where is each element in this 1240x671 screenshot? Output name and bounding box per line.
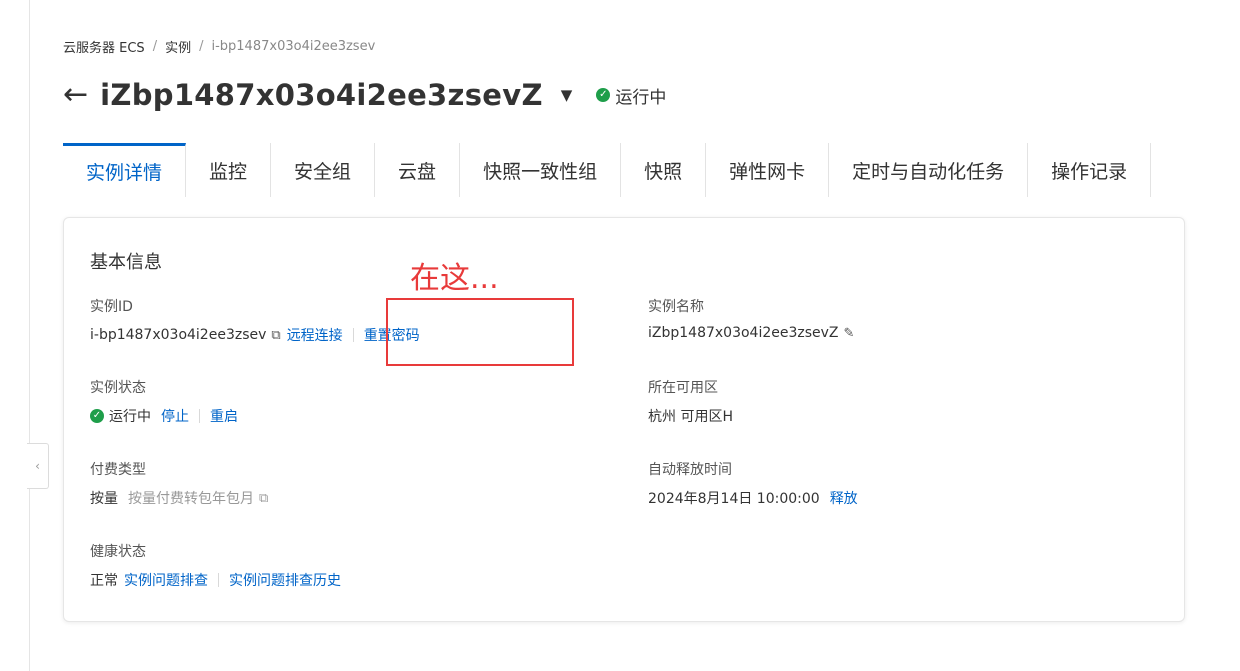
breadcrumb-instances[interactable]: 实例 [165,37,191,56]
stop-link[interactable]: 停止 [161,406,189,426]
divider [352,328,354,342]
tab-bar: 实例详情 监控 安全组 云盘 快照一致性组 快照 弹性网卡 定时与自动化任务 操… [63,143,1152,197]
tab-label: 安全组 [294,160,352,183]
check-circle-icon: ✓ [596,88,611,102]
tab-instance-details[interactable]: 实例详情 [63,143,187,197]
auto-release-row: 2024年8月14日 10:00:00 释放 [648,488,858,508]
chevron-left-icon: ‹ [35,459,40,473]
check-circle-icon: ✓ [90,409,104,423]
page-title: iZbp1487x03o4i2ee3zsevZ [100,78,543,112]
tab-monitoring[interactable]: 监控 [186,143,272,197]
copy-icon[interactable]: ⧉ [271,328,280,343]
breadcrumb: 云服务器 ECS / 实例 / i-bp1487x03o4i2ee3zsev [63,37,375,56]
restart-link[interactable]: 重启 [210,406,238,426]
health-status-value: 正常 [90,573,118,589]
status-text: 运行中 [615,87,667,108]
tab-label: 快照一致性组 [483,160,598,183]
tab-label: 实例详情 [86,162,163,184]
tab-snapshot[interactable]: 快照 [621,143,707,197]
auto-release-label: 自动释放时间 [648,462,732,478]
annotation-text: 在这... [410,261,499,296]
instance-name-row: iZbp1487x03o4i2ee3zsevZ ✎ [648,325,860,341]
section-title: 基本信息 [90,252,162,273]
sidebar-divider [29,0,30,671]
tab-label: 定时与自动化任务 [852,160,1005,183]
breadcrumb-current: i-bp1487x03o4i2ee3zsev [211,39,376,54]
tab-label: 云盘 [398,160,437,183]
convert-billing-link[interactable]: 按量付费转包年包月 [128,488,254,508]
troubleshoot-link[interactable]: 实例问题排查 [124,570,208,590]
release-link[interactable]: 释放 [830,488,858,508]
instance-id-row: i-bp1487x03o4i2ee3zsev ⧉ 远程连接 重置密码 [90,325,420,345]
back-arrow-icon[interactable]: ← [63,80,88,110]
tab-operation-log[interactable]: 操作记录 [1028,143,1152,197]
instance-id-label: 实例ID [90,299,133,315]
health-status-label: 健康状态 [90,544,146,560]
page-header: ← iZbp1487x03o4i2ee3zsevZ ▼ ✓ 运行中 [63,78,666,112]
divider [218,573,219,587]
instance-status-value: 运行中 [109,409,151,425]
remote-connect-link[interactable]: 远程连接 [287,325,343,345]
sidebar-toggle-button[interactable]: ‹ [27,443,49,489]
tab-label: 快照 [644,160,683,183]
billing-type-value: 按量 [90,491,118,507]
breadcrumb-ecs[interactable]: 云服务器 ECS [63,37,145,56]
tab-label: 操作记录 [1051,160,1128,183]
tab-eni[interactable]: 弹性网卡 [706,143,830,197]
status-badge: ✓ 运行中 [596,83,666,108]
basic-info-card: 基本信息 实例ID i-bp1487x03o4i2ee3zsev ⧉ 远程连接 … [63,217,1185,622]
caret-down-icon[interactable]: ▼ [561,86,573,104]
divider [199,409,200,423]
zone-label: 所在可用区 [648,380,718,396]
tab-cloud-disk[interactable]: 云盘 [375,143,461,197]
instance-id-value: i-bp1487x03o4i2ee3zsev [90,327,267,343]
health-status-row: 正常 实例问题排查 实例问题排查历史 [90,570,341,590]
page: ‹ 云服务器 ECS / 实例 / i-bp1487x03o4i2ee3zsev… [0,0,1240,671]
zone-value: 杭州 可用区H [648,409,733,425]
tab-label: 弹性网卡 [729,160,806,183]
tab-security-group[interactable]: 安全组 [271,143,376,197]
breadcrumb-separator: / [199,39,204,54]
troubleshoot-history-link[interactable]: 实例问题排查历史 [229,570,341,590]
tab-label: 监控 [209,160,248,183]
billing-type-row: 按量 按量付费转包年包月 ⧉ [90,488,274,508]
instance-status-row: ✓ 运行中 停止 重启 [90,406,238,426]
external-link-icon[interactable]: ⧉ [259,491,268,506]
tab-snapshot-consistency-group[interactable]: 快照一致性组 [460,143,622,197]
tab-scheduled-tasks[interactable]: 定时与自动化任务 [829,143,1029,197]
auto-release-value: 2024年8月14日 10:00:00 [648,491,820,507]
instance-status-label: 实例状态 [90,380,146,396]
instance-name-value: iZbp1487x03o4i2ee3zsevZ [648,325,839,341]
edit-icon[interactable]: ✎ [844,326,855,341]
instance-name-label: 实例名称 [648,299,704,315]
breadcrumb-separator: / [152,39,158,54]
billing-type-label: 付费类型 [90,462,146,478]
annotation-highlight-box [386,298,574,366]
